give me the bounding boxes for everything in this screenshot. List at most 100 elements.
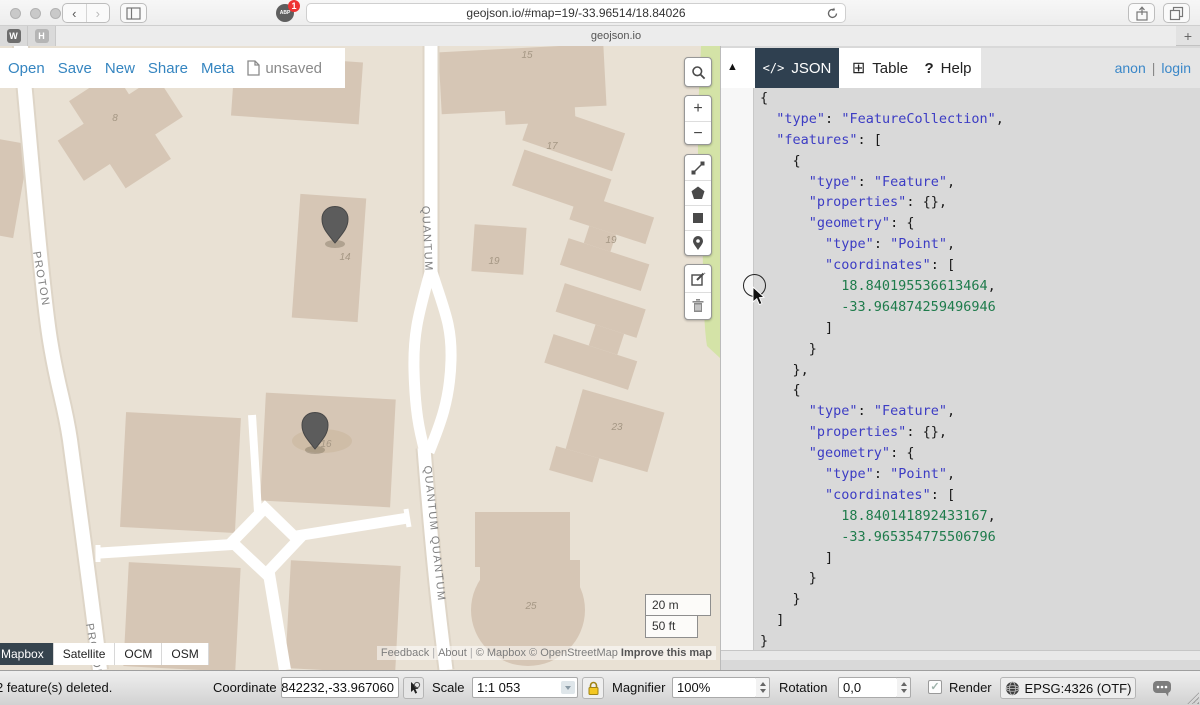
window-zoom-button[interactable]: [50, 8, 61, 19]
draw-marker-button[interactable]: [685, 230, 711, 255]
menu-save[interactable]: Save: [58, 60, 92, 77]
menu-open[interactable]: Open: [8, 60, 45, 77]
menu-new[interactable]: New: [105, 60, 135, 77]
rotation-spinner[interactable]: [897, 677, 911, 698]
draw-line-button[interactable]: [685, 155, 711, 180]
code-line[interactable]: 13 }: [721, 339, 1200, 360]
coordinate-tracking-button[interactable]: [403, 677, 424, 699]
code-line[interactable]: 19 "type": "Point",: [721, 464, 1200, 485]
epsg-button[interactable]: EPSG:4326 (OTF): [1000, 677, 1136, 699]
marker-tool-icon: [690, 235, 706, 251]
code-line[interactable]: 15 {: [721, 380, 1200, 401]
code-text: "features": [: [754, 130, 882, 151]
code-line[interactable]: 3 "features": [: [721, 130, 1200, 151]
code-line[interactable]: 11 -33.964874259496946: [721, 297, 1200, 318]
code-line[interactable]: 9 "coordinates": [: [721, 255, 1200, 276]
window-close-button[interactable]: [10, 8, 21, 19]
log-messages-button[interactable]: [1148, 677, 1176, 699]
code-line[interactable]: 24 }: [721, 568, 1200, 589]
panel-collapse-button[interactable]: ▲: [727, 61, 738, 73]
magnifier-spinner[interactable]: [756, 677, 770, 698]
draw-polygon-button[interactable]: [685, 180, 711, 205]
code-line[interactable]: 22 -33.965354775506796: [721, 527, 1200, 548]
editor-hscrollbar[interactable]: [721, 650, 1200, 660]
tabs-overview-button[interactable]: [1163, 3, 1190, 23]
share-button[interactable]: [1128, 3, 1155, 23]
code-line[interactable]: 23 ]: [721, 548, 1200, 569]
scale-dropdown-arrow[interactable]: [561, 681, 575, 694]
map-pane[interactable]: 8 15 17 14 19 19 23 25 16 PROTON QUANTUM…: [0, 46, 720, 670]
code-line[interactable]: 27}: [721, 631, 1200, 652]
basemap-option-mapbox[interactable]: Mapbox: [0, 643, 54, 665]
zoom-out-button[interactable]: −: [685, 121, 711, 145]
new-tab-button[interactable]: +: [1176, 26, 1200, 46]
scale-lock-button[interactable]: [582, 677, 604, 699]
tab-help[interactable]: ? Help: [919, 48, 977, 88]
code-line[interactable]: 25 }: [721, 589, 1200, 610]
editor-lines[interactable]: 1{2 "type": "FeatureCollection",3 "featu…: [721, 88, 1200, 652]
reload-button[interactable]: [826, 7, 839, 23]
edit-feature-button[interactable]: [685, 265, 711, 292]
status-bar: 2 feature(s) deleted. Coordinate 8.84223…: [0, 670, 1200, 705]
pinned-tab-w[interactable]: W: [0, 26, 28, 46]
code-line[interactable]: 1{: [721, 88, 1200, 109]
scale-imperial: 50 ft: [645, 616, 698, 638]
scale-combobox[interactable]: 1:1 053: [472, 677, 578, 698]
forward-button[interactable]: ›: [86, 4, 110, 22]
scale-metric: 20 m: [645, 594, 711, 616]
search-button[interactable]: [685, 58, 711, 86]
code-line[interactable]: 16 "type": "Feature",: [721, 401, 1200, 422]
coordinate-field[interactable]: 8.842232,-33.967060: [281, 677, 399, 698]
code-line[interactable]: 6 "properties": {},: [721, 192, 1200, 213]
code-line[interactable]: 20 "coordinates": [: [721, 485, 1200, 506]
code-text: }: [754, 589, 801, 610]
code-line[interactable]: 14 },: [721, 360, 1200, 381]
code-line[interactable]: 26 ]: [721, 610, 1200, 631]
anon-link[interactable]: anon: [1115, 60, 1146, 76]
code-line[interactable]: 18 "geometry": {: [721, 443, 1200, 464]
login-link[interactable]: login: [1161, 60, 1191, 76]
code-line[interactable]: 2 "type": "FeatureCollection",: [721, 109, 1200, 130]
code-line[interactable]: 5 "type": "Feature",: [721, 172, 1200, 193]
code-line[interactable]: 17 "properties": {},: [721, 422, 1200, 443]
code-line[interactable]: 7 "geometry": {: [721, 213, 1200, 234]
code-text: ]: [754, 610, 784, 631]
zoom-in-button[interactable]: +: [685, 96, 711, 121]
magnifier-field[interactable]: 100%: [672, 677, 757, 698]
attrib-feedback[interactable]: Feedback: [381, 647, 429, 659]
window-minimize-button[interactable]: [30, 8, 41, 19]
attrib-improve-link[interactable]: Improve this map: [621, 647, 712, 659]
code-line[interactable]: 21 18.840141892433167,: [721, 506, 1200, 527]
attrib-about[interactable]: About: [438, 647, 467, 659]
basemap-option-osm[interactable]: OSM: [162, 643, 208, 665]
tab-json[interactable]: </> JSON: [755, 48, 839, 88]
menu-meta[interactable]: Meta: [201, 60, 234, 77]
browser-chrome: ‹ › ABP 1 geojson.io/#map=19/-33.96514/1…: [0, 0, 1200, 26]
sidebar-button[interactable]: [120, 3, 147, 23]
basemap-option-ocm[interactable]: OCM: [115, 643, 162, 665]
code-line[interactable]: 12 ]: [721, 318, 1200, 339]
panel-header: ▲ </> JSON ⊞ Table ? Help anon | login: [721, 48, 1200, 88]
json-editor[interactable]: 1{2 "type": "FeatureCollection",3 "featu…: [721, 88, 1200, 660]
tab-geojson[interactable]: geojson.io: [56, 26, 1176, 46]
scale-value: 1:1 053: [477, 680, 520, 695]
window-resize-grip[interactable]: [1187, 692, 1199, 704]
menu-share[interactable]: Share: [148, 60, 188, 77]
basemap-option-satellite[interactable]: Satellite: [54, 643, 116, 665]
rotation-field[interactable]: 0,0: [838, 677, 898, 698]
trash-icon: [691, 298, 705, 314]
tab-table[interactable]: ⊞ Table: [845, 48, 915, 88]
coordinate-label: Coordinate: [213, 680, 277, 695]
code-line[interactable]: 8 "type": "Point",: [721, 234, 1200, 255]
url-field[interactable]: geojson.io/#map=19/-33.96514/18.84026: [306, 3, 846, 23]
pinned-tab-w-badge: W: [7, 29, 21, 43]
pinned-tab-h[interactable]: H: [28, 26, 56, 46]
draw-rectangle-button[interactable]: [685, 205, 711, 230]
code-line[interactable]: 10 18.840195536613464,: [721, 276, 1200, 297]
delete-feature-button[interactable]: [685, 292, 711, 319]
map-canvas[interactable]: 8 15 17 14 19 19 23 25 16 PROTON QUANTUM…: [0, 46, 720, 670]
code-line[interactable]: 4 {: [721, 151, 1200, 172]
tabs-overview-icon: [1169, 6, 1184, 21]
render-checkbox[interactable]: ✓: [928, 680, 942, 694]
back-button[interactable]: ‹: [63, 4, 86, 22]
